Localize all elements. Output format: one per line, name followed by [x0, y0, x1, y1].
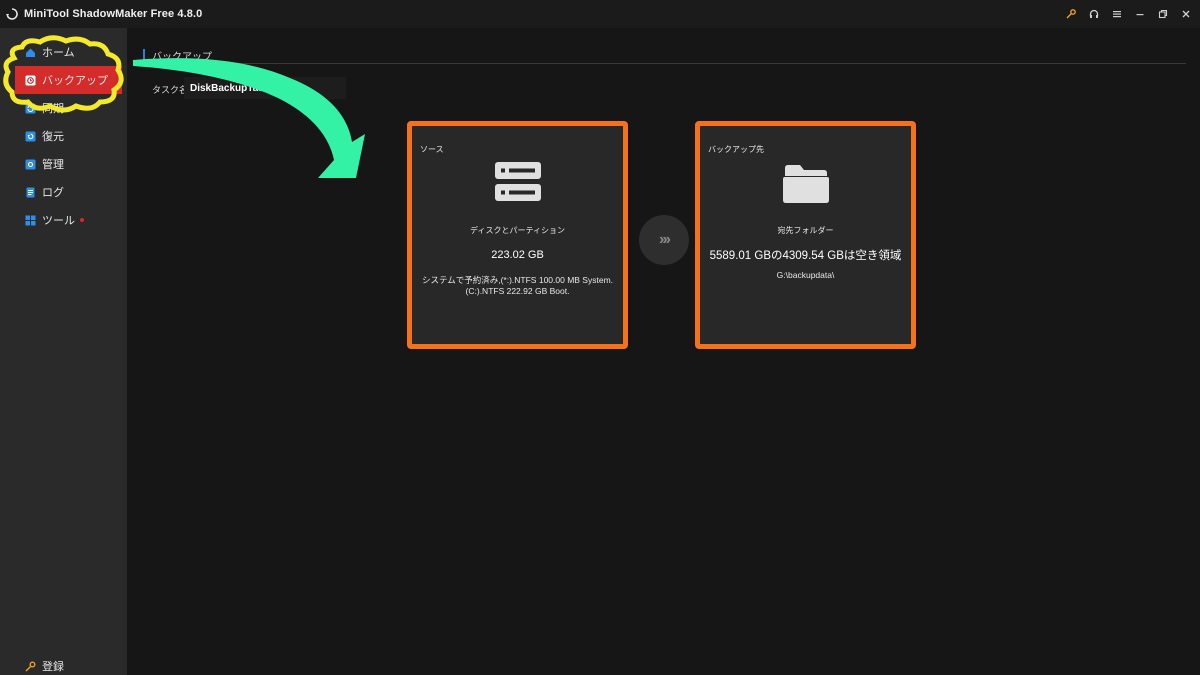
source-label: ソース [420, 145, 444, 154]
sidebar-item-backup[interactable]: バックアップ [15, 66, 122, 94]
home-icon [25, 47, 36, 58]
app-title: MiniTool ShadowMaker Free 4.8.0 [24, 8, 203, 20]
sidebar-item-label: ツール [42, 215, 75, 227]
section-header: バックアップ [143, 48, 212, 63]
source-detail: システムで予約済み,(*:).NTFS 100.00 MB System. (C… [421, 275, 614, 296]
direction-arrow-icon: ››› [639, 215, 689, 265]
source-subtitle: ディスクとパーティション [470, 226, 565, 235]
folder-icon [700, 165, 911, 203]
sidebar-item-manage[interactable]: 管理 [0, 150, 127, 178]
sidebar-item-label: 同期 [42, 103, 64, 115]
notification-dot [80, 218, 84, 222]
key-icon [25, 661, 36, 672]
tools-icon [25, 215, 36, 226]
manage-icon [25, 159, 36, 170]
log-icon [25, 187, 36, 198]
restore-nav-icon [25, 131, 36, 142]
sidebar-item-restore[interactable]: 復元 [0, 122, 127, 150]
sidebar-item-sync[interactable]: 同期 [0, 94, 127, 122]
sidebar-item-tools[interactable]: ツール [0, 206, 127, 234]
title-bar: MiniTool ShadowMaker Free 4.8.0 [0, 0, 1200, 28]
source-size: 223.02 GB [491, 249, 544, 261]
sidebar-item-label: ホーム [42, 47, 75, 59]
divider [143, 63, 1186, 64]
sidebar-item-label: バックアップ [42, 75, 108, 87]
disk-icon [412, 162, 623, 202]
destination-subtitle: 宛先フォルダー [777, 226, 834, 235]
sidebar-item-label: 管理 [42, 159, 64, 171]
destination-card[interactable]: バックアップ先 宛先フォルダー 5589.01 GBの4309.54 GBは空き… [695, 121, 916, 349]
restore-icon[interactable] [1157, 8, 1169, 20]
minimize-icon[interactable] [1134, 8, 1146, 20]
section-title: バックアップ [152, 51, 212, 63]
destination-space: 5589.01 GBの4309.54 GBは空き領域 [709, 250, 902, 262]
task-name-input[interactable]: DiskBackupTask [184, 77, 346, 99]
sidebar-item-label: ログ [42, 187, 64, 199]
register-label: 登録 [42, 661, 64, 673]
sidebar-item-home[interactable]: ホーム [0, 38, 127, 66]
sidebar-item-log[interactable]: ログ [0, 178, 127, 206]
backup-icon [25, 75, 36, 86]
main-panel: バックアップ タスク名: DiskBackupTask ソース ディスクとパーテ… [127, 28, 1200, 675]
source-card[interactable]: ソース ディスクとパーティション 223.02 GB システムで予約済み,(*:… [407, 121, 628, 349]
destination-label: バックアップ先 [708, 145, 764, 154]
sidebar-item-label: 復元 [42, 131, 64, 143]
key-icon[interactable] [1065, 8, 1077, 20]
sidebar: ホーム バックアップ 同期 復元 管理 ログ ツール 登録 [0, 28, 127, 675]
register-button[interactable]: 登録 [0, 656, 127, 675]
headset-icon[interactable] [1088, 8, 1100, 20]
menu-icon[interactable] [1111, 8, 1123, 20]
sync-icon [25, 103, 36, 114]
section-accent-bar [143, 49, 145, 61]
app-logo-icon [5, 7, 19, 21]
destination-path: G:\backupdata\ [776, 270, 835, 280]
close-icon[interactable] [1180, 8, 1192, 20]
